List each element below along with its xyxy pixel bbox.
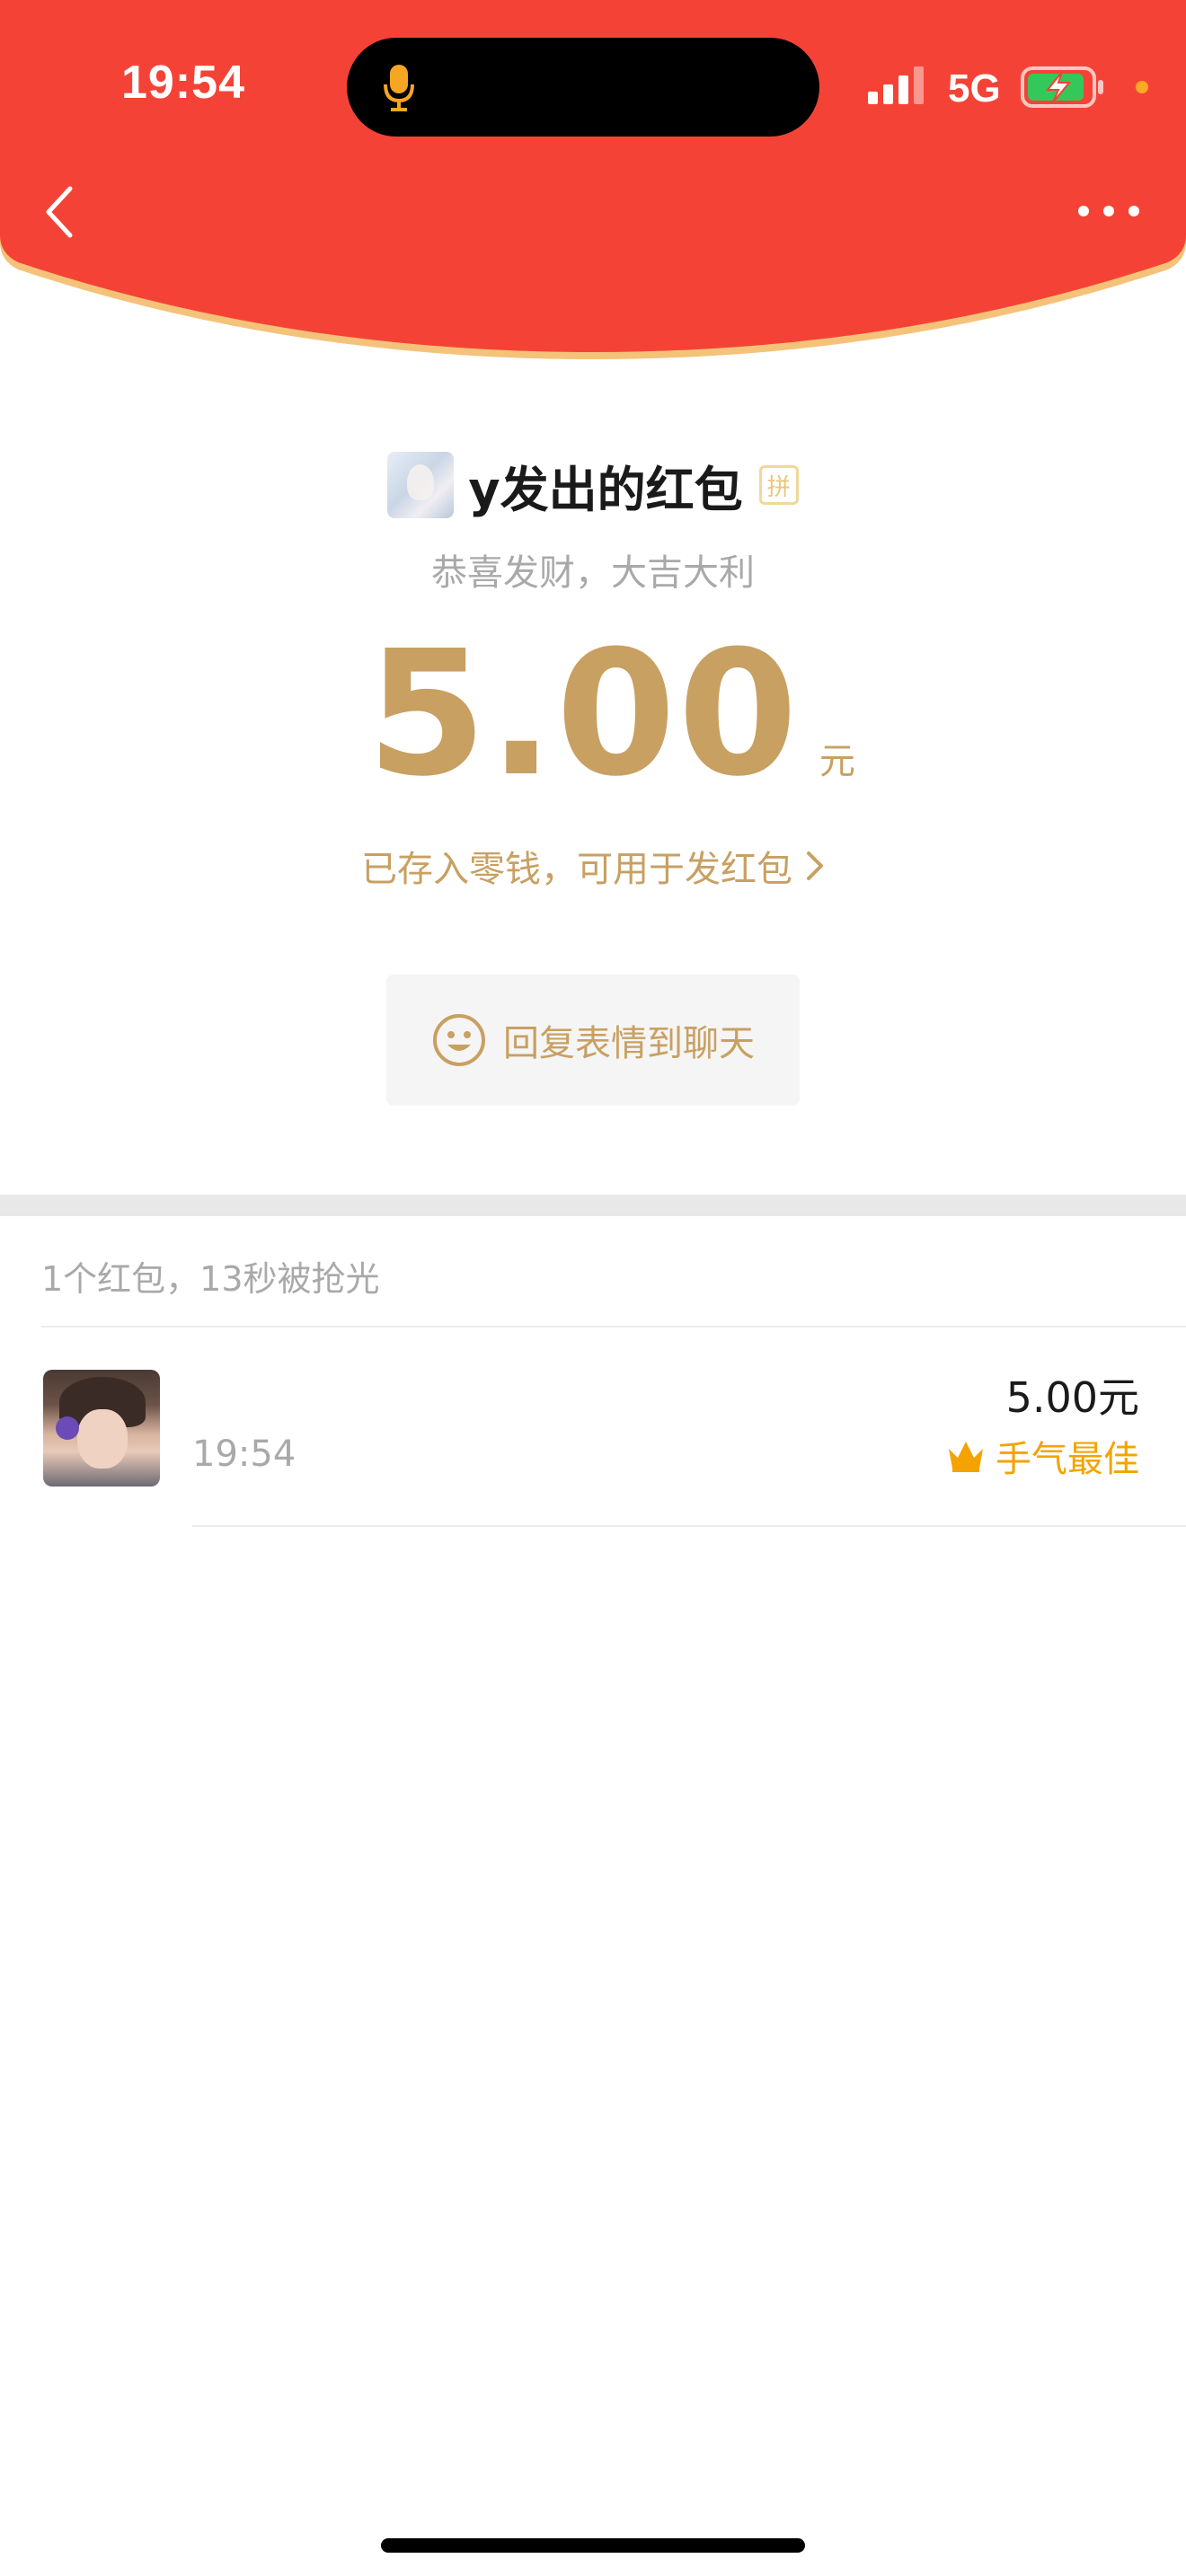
record-time: 19:54	[192, 1434, 296, 1475]
reply-sticker-button[interactable]: 回复表情到聊天	[386, 975, 800, 1106]
crown-icon	[949, 1442, 983, 1472]
more-options-button[interactable]	[1075, 189, 1143, 234]
dynamic-island	[347, 38, 819, 137]
amount-unit: 元	[819, 741, 855, 782]
recipient-avatar[interactable]	[43, 1370, 160, 1486]
sender-avatar[interactable]	[387, 452, 455, 518]
status-time: 19:54	[121, 57, 245, 109]
red-envelope-header: 19:54 5G	[0, 0, 1186, 359]
saved-to-wallet-text: 已存入零钱，可用于发红包	[361, 849, 792, 890]
saved-to-wallet-link[interactable]: 已存入零钱，可用于发红包	[0, 840, 1186, 892]
sender-title: y发出的红包	[468, 461, 743, 518]
home-indicator[interactable]	[381, 2538, 805, 2553]
battery-charging-icon	[1021, 66, 1103, 108]
envelope-summary: 1个红包，13秒被抢光	[41, 1259, 380, 1299]
sender-row: y发出的红包 拼	[0, 449, 1186, 521]
cellular-signal-icon	[868, 66, 924, 104]
best-luck-label: 手气最佳	[996, 1439, 1139, 1480]
network-type-label: 5G	[948, 66, 1001, 110]
received-amount: 5.00	[367, 614, 800, 815]
divider	[41, 1326, 1186, 1328]
amount-row: 5.00 元	[0, 629, 1186, 801]
privacy-indicator-dot	[1136, 81, 1148, 93]
section-divider	[0, 1195, 1186, 1216]
back-button[interactable]	[36, 176, 90, 248]
pin-badge: 拼	[758, 465, 799, 505]
blessing-text: 恭喜发财，大吉大利	[431, 552, 755, 594]
best-luck-badge: 手气最佳	[945, 1430, 1139, 1482]
smile-icon	[433, 1014, 485, 1066]
microphone-icon	[384, 65, 414, 111]
divider	[192, 1525, 1186, 1527]
reply-sticker-label: 回复表情到聊天	[503, 1023, 755, 1064]
chevron-right-icon	[807, 851, 823, 880]
record-amount: 5.00元	[1005, 1373, 1139, 1422]
